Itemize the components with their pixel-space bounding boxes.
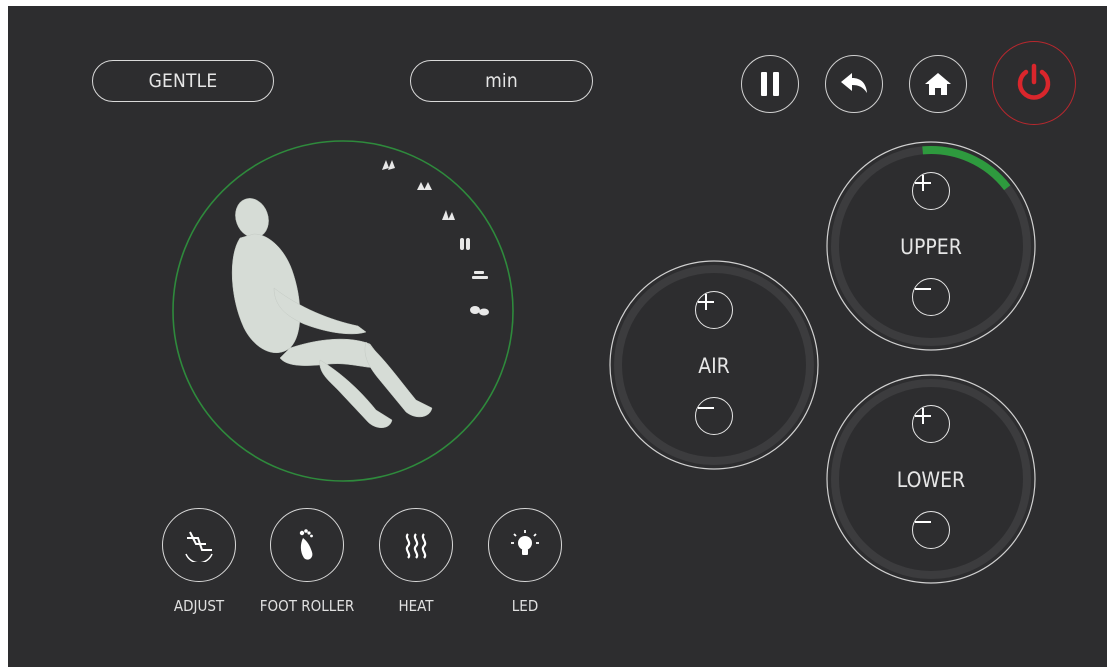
- adjust-button[interactable]: [162, 508, 236, 582]
- body-massage-zone: [170, 138, 516, 484]
- upper-dial: UPPER: [825, 140, 1037, 352]
- human-figure: [231, 198, 433, 428]
- power-icon: [1017, 63, 1051, 100]
- lower-decrease-button[interactable]: [912, 511, 950, 549]
- plus-icon: [915, 175, 931, 191]
- lower-increase-button[interactable]: [912, 405, 950, 443]
- control-panel: GENTLE min AIR UPPER LOWER ADJUST FOOT R…: [8, 6, 1107, 667]
- roller-icon: [472, 271, 488, 279]
- minus-icon: [698, 407, 714, 409]
- timer-label: min: [485, 70, 518, 92]
- upper-label: UPPER: [900, 235, 962, 259]
- heat-icon: [405, 533, 427, 559]
- minus-icon: [915, 521, 931, 523]
- minus-icon: [915, 288, 931, 290]
- hands-icon: [382, 160, 395, 170]
- air-label: AIR: [698, 354, 730, 378]
- led-label: LED: [511, 597, 539, 615]
- lower-dial: LOWER: [825, 373, 1037, 585]
- home-icon: [925, 73, 951, 95]
- body-figure: [172, 140, 514, 482]
- home-button[interactable]: [909, 55, 967, 113]
- lower-label: LOWER: [896, 468, 966, 492]
- plus-icon: [698, 294, 714, 310]
- upper-increase-button[interactable]: [912, 172, 950, 210]
- air-increase-button[interactable]: [695, 291, 733, 329]
- pause-icon: [761, 72, 779, 96]
- back-arrow-icon: [841, 73, 867, 93]
- zone-ring: [172, 140, 514, 482]
- led-button[interactable]: [488, 508, 562, 582]
- upper-decrease-button[interactable]: [912, 278, 950, 316]
- hands-icon: [417, 182, 432, 190]
- back-button[interactable]: [825, 55, 883, 113]
- pause-button[interactable]: [741, 55, 799, 113]
- bulb-icon: [511, 530, 539, 555]
- foot-roller-button[interactable]: [270, 508, 344, 582]
- air-decrease-button[interactable]: [695, 397, 733, 435]
- power-button[interactable]: [992, 41, 1076, 125]
- mode-display[interactable]: GENTLE: [92, 60, 274, 102]
- mode-label: GENTLE: [148, 70, 218, 92]
- air-dial: AIR: [608, 259, 820, 471]
- feet-icon: [470, 306, 489, 316]
- plus-icon: [915, 408, 931, 424]
- hands-icon: [442, 210, 455, 220]
- foot-icon: [299, 529, 313, 560]
- timer-display[interactable]: min: [410, 60, 593, 102]
- adjust-icon: [185, 531, 213, 562]
- heat-button[interactable]: [379, 508, 453, 582]
- hands-icon: [460, 238, 470, 250]
